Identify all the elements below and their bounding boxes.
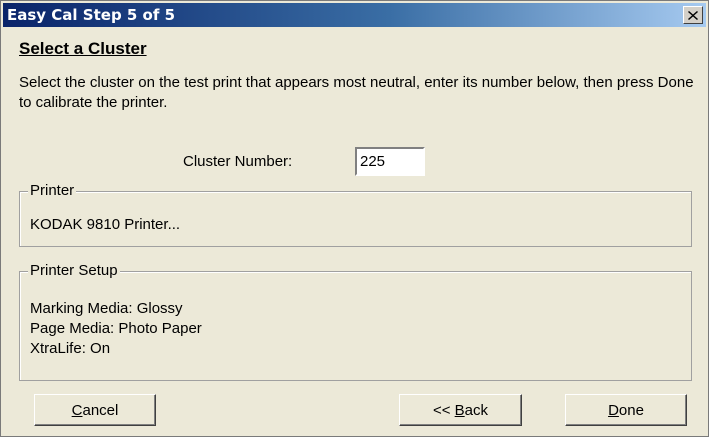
cluster-number-label: Cluster Number: [183, 153, 293, 170]
window-title: Easy Cal Step 5 of 5 [7, 6, 176, 24]
cluster-number-input[interactable] [355, 147, 425, 176]
cancel-mnemonic: C [71, 401, 83, 419]
cancel-label-rest: ancel [82, 401, 119, 419]
back-button[interactable]: << Back [399, 394, 522, 426]
printer-name: KODAK 9810 Printer... [30, 216, 181, 233]
title-bar[interactable]: Easy Cal Step 5 of 5 [3, 3, 706, 27]
marking-media-line: Marking Media: Glossy [30, 300, 183, 317]
xtralife-line: XtraLife: On [30, 340, 111, 357]
back-mnemonic: B [454, 401, 465, 419]
section-heading: Select a Cluster [19, 39, 147, 58]
cancel-button[interactable]: Cancel [34, 394, 156, 426]
page-media-line: Page Media: Photo Paper [30, 320, 202, 337]
back-prefix: << [432, 401, 455, 419]
done-mnemonic: D [608, 401, 619, 419]
done-button[interactable]: Done [565, 394, 687, 426]
easy-cal-dialog: Easy Cal Step 5 of 5 Select a Cluster Se… [0, 0, 709, 437]
done-label-rest: one [618, 401, 644, 419]
back-label-rest: ack [464, 401, 489, 419]
printer-setup-group: Printer Setup Marking Media: Glossy Page… [19, 262, 692, 381]
printer-group: Printer KODAK 9810 Printer... [19, 182, 692, 247]
printer-group-legend: Printer [28, 182, 77, 199]
printer-setup-legend: Printer Setup [28, 262, 120, 279]
close-icon [688, 10, 698, 20]
instructions-text: Select the cluster on the test print tha… [19, 74, 694, 111]
close-button[interactable] [683, 6, 703, 24]
